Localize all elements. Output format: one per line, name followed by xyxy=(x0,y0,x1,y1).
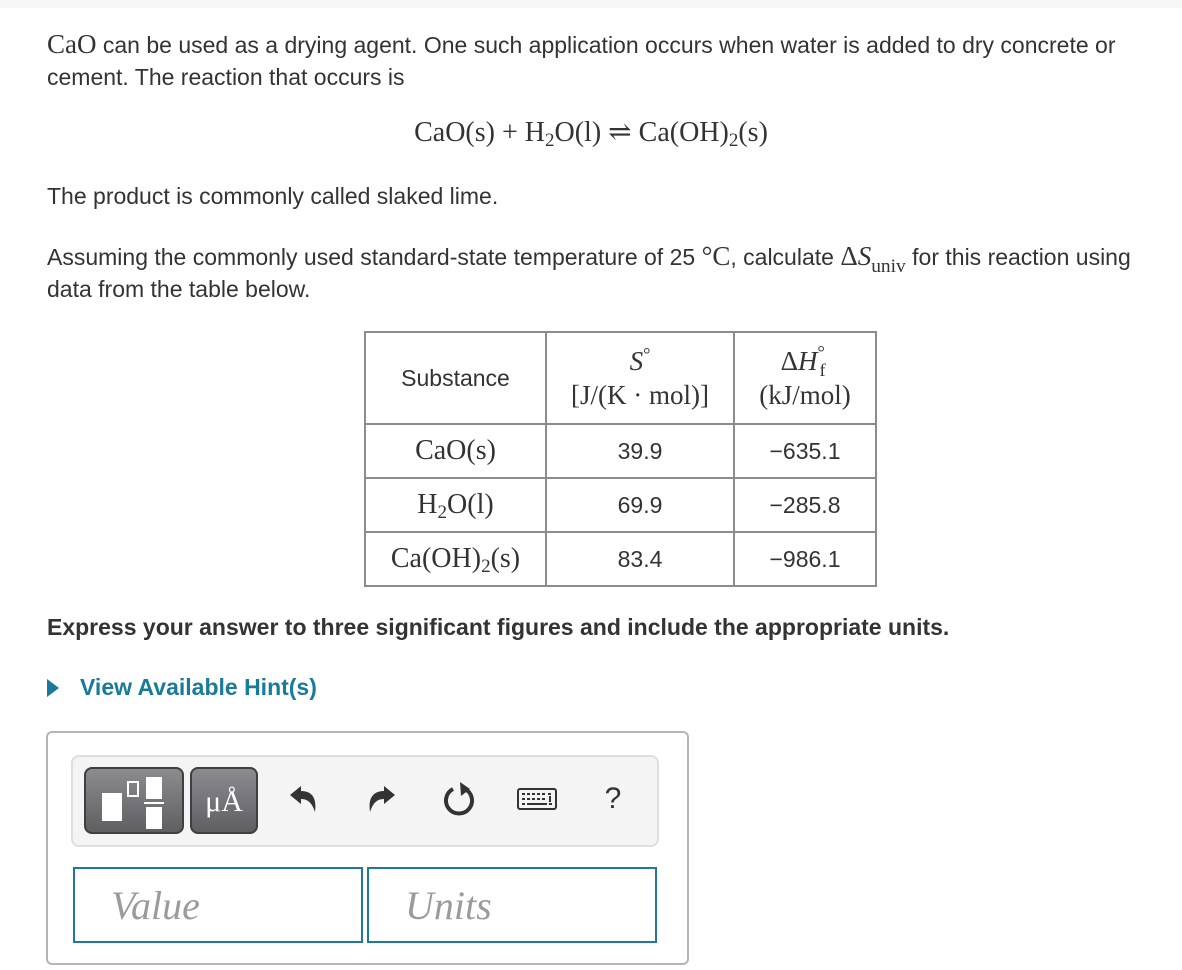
enthalpy-delta: Δ xyxy=(780,346,798,376)
math-toolbar: μÅ ? xyxy=(71,755,659,847)
task-paragraph: Assuming the commonly used standard-stat… xyxy=(47,240,1157,305)
reset-icon xyxy=(444,782,474,816)
reaction-equation: CaO(s) + H2O(l) ⇌ Ca(OH)2(s) xyxy=(0,115,1182,151)
header-enthalpy: ΔH ° f (kJ/mol) xyxy=(733,331,877,425)
plus-sign: + xyxy=(501,117,518,148)
answer-instructions: Express your answer to three significant… xyxy=(47,614,950,640)
templates-icon xyxy=(102,777,164,829)
table-header-row: Substance S° [J/(K · mol)] ΔH ° f (kJ/mol) xyxy=(364,331,877,425)
substance-formula: Ca(OH) xyxy=(390,543,482,574)
substance-formula: CaO(s) xyxy=(415,435,496,466)
header-substance: Substance xyxy=(364,331,547,425)
univ-subscript: univ xyxy=(871,255,906,277)
delta-symbol: Δ xyxy=(840,241,858,271)
keyboard-icon xyxy=(517,788,557,810)
enthalpy-cell: −285.8 xyxy=(733,477,877,533)
temperature-unit: °C xyxy=(701,241,731,271)
substance-subscript: 2 xyxy=(481,555,491,577)
undo-icon xyxy=(290,786,316,812)
table-row: CaO(s) 39.9 −635.1 xyxy=(364,423,877,479)
help-button[interactable]: ? xyxy=(593,779,633,819)
enthalpy-units: (kJ/mol) xyxy=(759,380,851,410)
units-input[interactable] xyxy=(367,867,657,943)
substance-cell: Ca(OH)2(s) xyxy=(364,531,547,587)
enthalpy-cell: −986.1 xyxy=(733,531,877,587)
substance-formula: H xyxy=(417,489,438,520)
entropy-degree: ° xyxy=(643,343,651,364)
answer-panel: μÅ ? Value Units xyxy=(46,731,689,965)
value-input[interactable] xyxy=(73,867,363,943)
reactant-water: H2O(l) xyxy=(524,117,602,151)
entropy-symbol: S xyxy=(629,346,644,376)
reactant-cao: CaO(s) xyxy=(414,117,495,148)
water-prefix: H xyxy=(524,117,545,148)
intro-formula: CaO xyxy=(47,29,97,59)
enthalpy-symbol: H xyxy=(797,346,818,376)
units-button[interactable]: μÅ xyxy=(190,767,258,834)
reset-button[interactable] xyxy=(440,779,480,819)
entropy-cell: 39.9 xyxy=(545,423,735,479)
substance-suffix: O(l) xyxy=(447,489,494,520)
water-suffix: O(l) xyxy=(554,117,602,148)
hint-link-label: View Available Hint(s) xyxy=(80,674,317,700)
equilibrium-arrow-icon: ⇌ xyxy=(608,117,632,148)
entropy-cell: 69.9 xyxy=(545,477,735,533)
substance-cell: H2O(l) xyxy=(364,477,547,533)
product-prefix: Ca(OH) xyxy=(638,117,729,148)
redo-button[interactable] xyxy=(361,779,401,819)
thermo-data-table: Substance S° [J/(K · mol)] ΔH ° f (kJ/mol)… xyxy=(364,331,877,587)
header-entropy: S° [J/(K · mol)] xyxy=(545,331,735,425)
substance-cell: CaO(s) xyxy=(364,423,547,479)
task-text-1: Assuming the commonly used standard-stat… xyxy=(47,244,702,270)
view-hints-link[interactable]: View Available Hint(s) xyxy=(47,674,317,701)
product-subscript: 2 xyxy=(728,129,739,151)
task-text-2: , calculate xyxy=(730,244,841,270)
product-suffix: (s) xyxy=(738,117,768,148)
table-row: Ca(OH)2(s) 83.4 −986.1 xyxy=(364,531,877,587)
product-note: The product is commonly called slaked li… xyxy=(47,183,499,209)
s-symbol: S xyxy=(857,241,872,271)
templates-button[interactable] xyxy=(84,767,184,834)
enthalpy-cell: −635.1 xyxy=(733,423,877,479)
undo-button[interactable] xyxy=(284,779,324,819)
entropy-cell: 83.4 xyxy=(545,531,735,587)
keyboard-button[interactable] xyxy=(517,779,557,819)
expand-triangle-icon xyxy=(47,678,59,697)
top-strip xyxy=(0,0,1182,8)
delta-s-univ-symbol: ΔSuniv xyxy=(840,241,905,276)
table-row: H2O(l) 69.9 −285.8 xyxy=(364,477,877,533)
substance-suffix: (s) xyxy=(490,543,521,574)
product-slaked-lime: Ca(OH)2(s) xyxy=(638,117,768,151)
substance-subscript: 2 xyxy=(437,501,448,523)
entropy-units: [J/(K · mol)] xyxy=(571,380,709,410)
intro-text: can be used as a drying agent. One such … xyxy=(47,32,1116,90)
water-subscript: 2 xyxy=(545,129,555,151)
intro-paragraph: CaO can be used as a drying agent. One s… xyxy=(47,28,1157,93)
redo-icon xyxy=(369,786,395,812)
